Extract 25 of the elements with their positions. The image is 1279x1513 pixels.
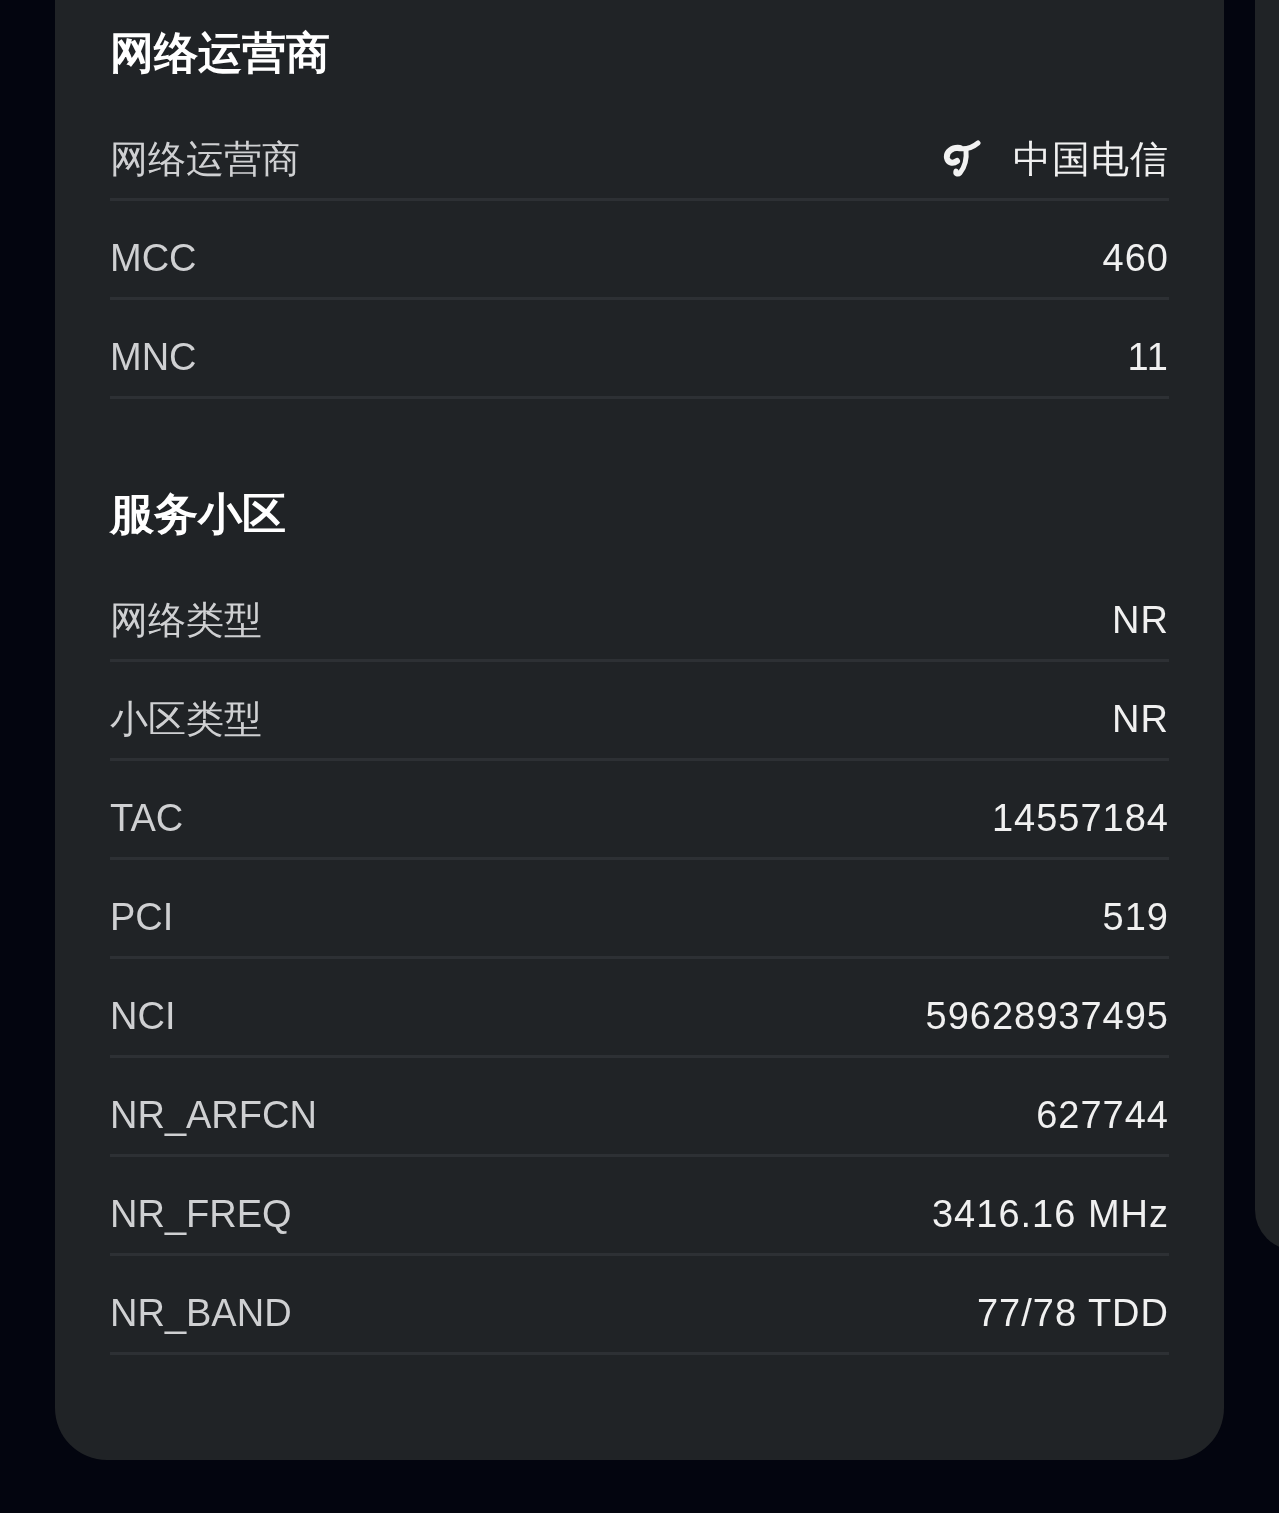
row-label: NR_BAND (110, 1291, 292, 1336)
row-value: 519 (1102, 895, 1169, 940)
row-value: 460 (1102, 236, 1169, 281)
row-label: MNC (110, 335, 197, 380)
row-value: 14557184 (991, 796, 1169, 841)
row-value: 中国电信 (1013, 137, 1169, 182)
row-value: 59628937495 (925, 994, 1169, 1039)
row-value: NR (1112, 697, 1169, 742)
row-label: TAC (110, 796, 184, 841)
row-label: 网络运营商 (110, 137, 300, 182)
row-value: 627744 (1036, 1093, 1169, 1138)
row-label: NCI (110, 994, 176, 1039)
row-value: 11 (1127, 335, 1169, 380)
row-value: 3416.16 MHz (932, 1192, 1169, 1237)
section-title: 服务小区 (110, 488, 287, 540)
section-title: 网络运营商 (110, 27, 331, 79)
row-label: NR_ARFCN (110, 1093, 317, 1138)
carrier-logo-icon (943, 140, 983, 178)
row-label: NR_FREQ (110, 1192, 292, 1237)
row-value: NR (1112, 598, 1169, 643)
row-label: 网络类型 (110, 598, 262, 643)
row-label: PCI (110, 895, 174, 940)
row-label: 小区类型 (110, 697, 262, 742)
row-value: 77/78 TDD (976, 1291, 1169, 1336)
row-label: MCC (110, 236, 197, 281)
